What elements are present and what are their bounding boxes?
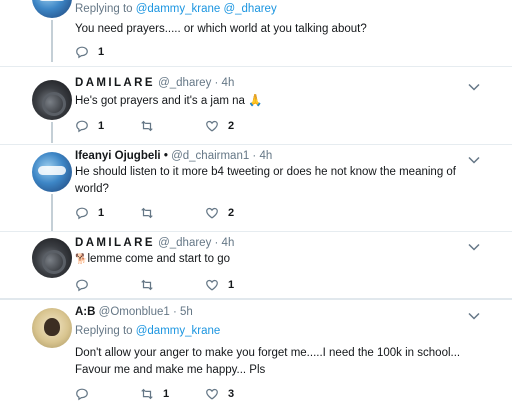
tweet-text: Don't allow your anger to make you forge… [75,347,461,376]
tweet-2[interactable]: Ifeanyi Ojugbeli • @d_chairman1 · 4h He … [0,145,512,231]
replying-to: Replying to @dammy_krane [75,325,220,337]
heart-icon [206,207,218,219]
thread-line [51,20,53,62]
tweet-actions: 1 3 [75,387,295,403]
retweet-icon [141,388,153,400]
retweet-button[interactable] [140,278,154,292]
avatar[interactable] [32,0,72,18]
tweet-text: You need prayers..... or which world at … [75,23,367,35]
retweet-button[interactable]: 1 [140,387,169,401]
handle-and-time[interactable]: @Omonblue1 · 5h [99,306,193,318]
reply-button[interactable] [75,278,89,292]
retweet-icon [141,207,153,219]
tweet-actions: 1 2 [75,206,295,222]
reply-icon [76,120,88,133]
tweet-1[interactable]: DAMILARE @_dharey · 4h He's got prayers … [0,67,512,143]
handle-and-time[interactable]: @_dharey · 4h [158,237,234,249]
tweet-3[interactable]: DAMILARE @_dharey · 4h 🐕lemme come and s… [0,232,512,298]
like-button[interactable]: 3 [205,387,234,401]
dog-emoji: 🐕 [75,254,88,265]
like-count: 3 [228,388,235,400]
reply-button[interactable] [75,387,89,401]
like-count: 2 [228,120,235,132]
handle-and-time[interactable]: @d_chairman1 · 4h [171,150,272,162]
avatar[interactable] [32,80,72,120]
like-count: 2 [228,207,235,219]
chevron-down-icon[interactable] [468,83,480,91]
thread-line [51,194,53,231]
avatar[interactable] [32,238,72,278]
reply-icon [76,388,88,401]
tweet-actions: 1 2 [75,119,295,135]
tweet-header: DAMILARE @_dharey · 4h [75,77,234,89]
tweet-text-body: He's got prayers and it's a jam na [75,95,245,107]
chevron-down-icon[interactable] [468,243,480,251]
handle-and-time[interactable]: @_dharey · 4h [158,77,234,89]
tweet-0[interactable]: Replying to @dammy_krane @_dharey You ne… [0,0,512,62]
replying-to: Replying to @dammy_krane @_dharey [75,3,277,15]
chevron-down-icon[interactable] [468,312,480,320]
pray-emoji: 🙏 [248,95,263,107]
retweet-icon [141,120,153,132]
replying-to-label: Replying to [75,325,136,337]
tweet-header: DAMILARE @_dharey · 4h [75,237,234,249]
like-count: 1 [228,279,235,291]
reply-count: 1 [98,207,105,219]
tweet-actions: 1 [75,278,295,294]
retweet-count: 1 [163,388,170,400]
display-name[interactable]: A:B [75,306,95,318]
retweet-button[interactable] [140,206,154,220]
tweet-text: He should listen to it more b4 tweeting … [75,166,457,195]
replying-to-label: Replying to [75,3,136,15]
heart-icon [206,120,218,132]
thread-line [51,122,53,143]
tweet-actions: 1 [75,45,295,61]
tweet-header: A:B @Omonblue1 · 5h [75,306,193,318]
like-button[interactable]: 1 [205,278,234,292]
verified-mark: • [163,150,168,162]
heart-icon [206,388,218,400]
reply-icon [76,279,88,292]
reply-count: 1 [98,120,105,132]
heart-icon [206,279,218,291]
reply-count: 1 [98,46,105,58]
chevron-down-icon[interactable] [468,156,480,164]
reply-icon [76,46,88,59]
retweet-button[interactable] [140,119,154,133]
replying-to-users-link[interactable]: @dammy_krane @_dharey [136,3,277,15]
retweet-icon [141,279,153,291]
reply-button[interactable]: 1 [75,45,104,59]
like-button[interactable]: 2 [205,206,234,220]
replying-to-users-link[interactable]: @dammy_krane [136,325,221,337]
tweet-4[interactable]: A:B @Omonblue1 · 5h Replying to @dammy_k… [0,301,512,417]
reply-button[interactable]: 1 [75,206,104,220]
avatar[interactable] [32,308,72,348]
tweet-text: 🐕lemme come and start to go [75,251,475,268]
reply-button[interactable]: 1 [75,119,104,133]
like-button[interactable]: 2 [205,119,234,133]
tweet-header: Ifeanyi Ojugbeli • @d_chairman1 · 4h [75,150,272,162]
display-name[interactable]: DAMILARE [75,77,155,89]
display-name[interactable]: Ifeanyi Ojugbeli [75,150,161,162]
reply-icon [76,207,88,220]
display-name[interactable]: DAMILARE [75,237,155,249]
avatar[interactable] [32,152,72,192]
divider [0,298,512,300]
tweet-text-body: lemme come and start to go [87,253,230,265]
tweet-text: He's got prayers and it's a jam na 🙏 [75,93,475,110]
